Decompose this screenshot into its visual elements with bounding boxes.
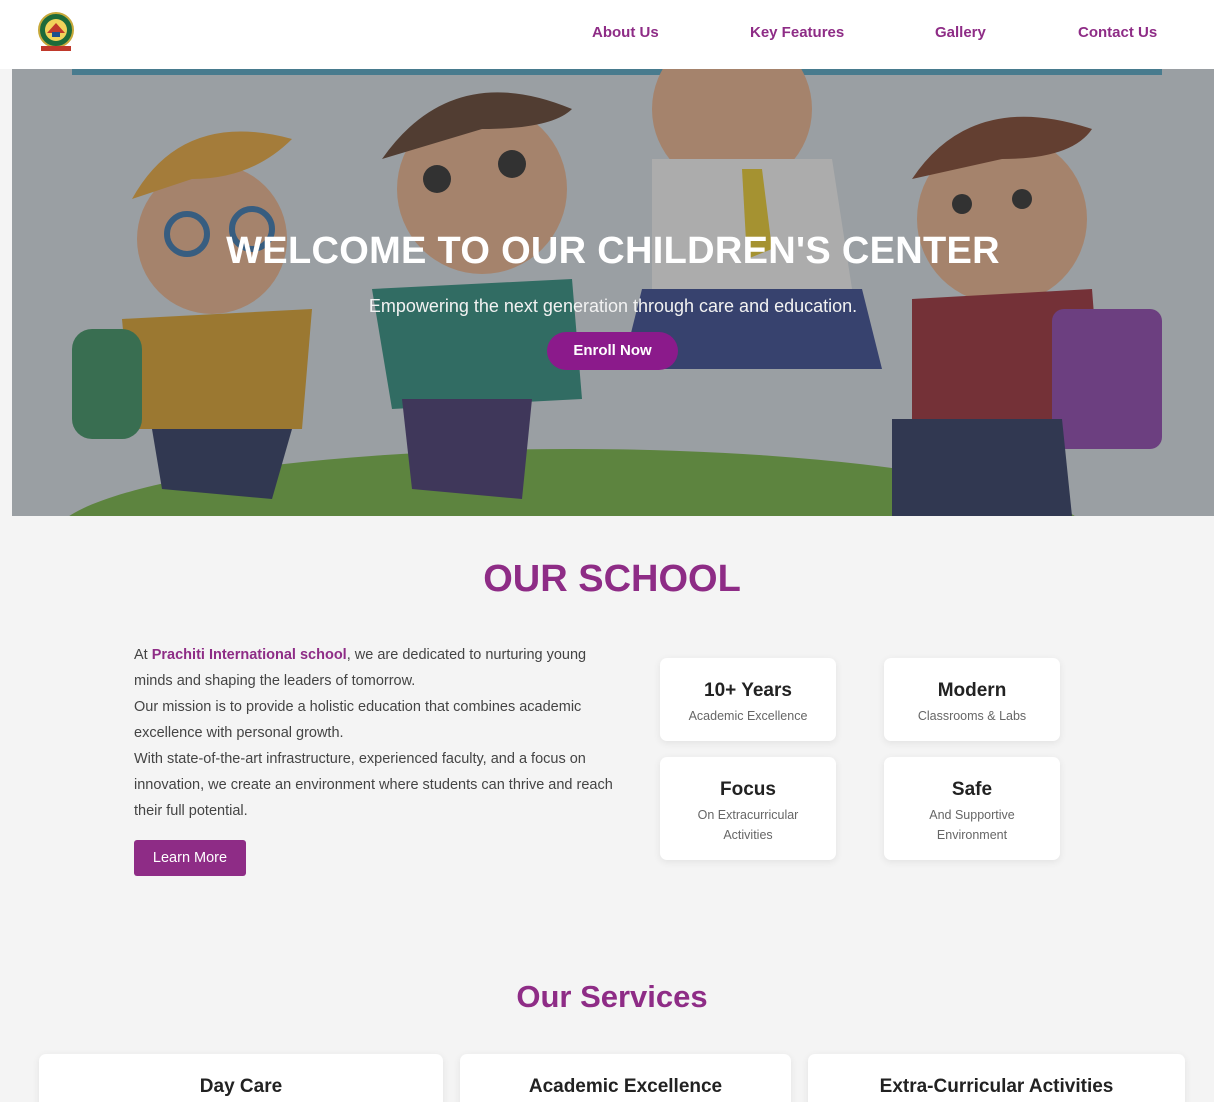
intro-prefix: At — [134, 647, 152, 663]
nav-gallery[interactable]: Gallery — [935, 24, 986, 41]
service-card-academic-excellence[interactable]: Academic Excellence — [460, 1054, 791, 1102]
stat-value: Modern — [937, 680, 1007, 701]
enroll-now-button[interactable]: Enroll Now — [547, 332, 678, 370]
stat-card-focus: Focus On Extracurricular Activities — [660, 757, 836, 860]
stat-label: Classrooms & Labs — [917, 709, 1027, 723]
stat-label: Academic Excellence — [688, 709, 808, 723]
service-title: Day Care — [199, 1076, 283, 1097]
service-card-day-care[interactable]: Day Care — [39, 1054, 443, 1102]
stat-label: On Extracurricular Activities — [697, 808, 799, 842]
hero-subtitle: Empowering the next generation through c… — [368, 296, 858, 316]
our-services-title: Our Services — [516, 979, 708, 1014]
stat-value: Focus — [720, 779, 776, 800]
mission-text: Our mission is to provide a holistic edu… — [134, 699, 582, 741]
stat-label: And Supportive Environment — [929, 808, 1015, 842]
our-school-title: OUR SCHOOL — [483, 558, 741, 600]
service-title: Extra-Curricular Activities — [879, 1076, 1114, 1097]
school-brand-name: Prachiti International school — [151, 647, 347, 663]
service-card-extra-curricular[interactable]: Extra-Curricular Activities — [808, 1054, 1185, 1102]
stat-value: Safe — [951, 779, 993, 800]
hero-title: WELCOME TO OUR CHILDREN'S CENTER — [226, 230, 1000, 272]
nav-about-us[interactable]: About Us — [592, 24, 659, 41]
site-header: About Us Key Features Gallery Contact Us — [0, 0, 1214, 69]
hero-banner: WELCOME TO OUR CHILDREN'S CENTER Empower… — [12, 69, 1214, 516]
school-description: At Prachiti International school, we are… — [134, 642, 624, 824]
nav-contact-us[interactable]: Contact Us — [1078, 24, 1157, 41]
stat-value: 10+ Years — [704, 680, 792, 701]
stat-card-modern: Modern Classrooms & Labs — [884, 658, 1060, 741]
stat-card-safe: Safe And Supportive Environment — [884, 757, 1060, 860]
hero-overlay — [12, 69, 1214, 516]
learn-more-button[interactable]: Learn More — [134, 840, 246, 876]
nav-key-features[interactable]: Key Features — [750, 24, 844, 41]
main-nav: About Us Key Features Gallery Contact Us — [0, 24, 1214, 44]
stat-card-years: 10+ Years Academic Excellence — [660, 658, 836, 741]
service-title: Academic Excellence — [528, 1076, 723, 1097]
infrastructure-text: With state-of-the-art infrastructure, ex… — [134, 751, 613, 819]
